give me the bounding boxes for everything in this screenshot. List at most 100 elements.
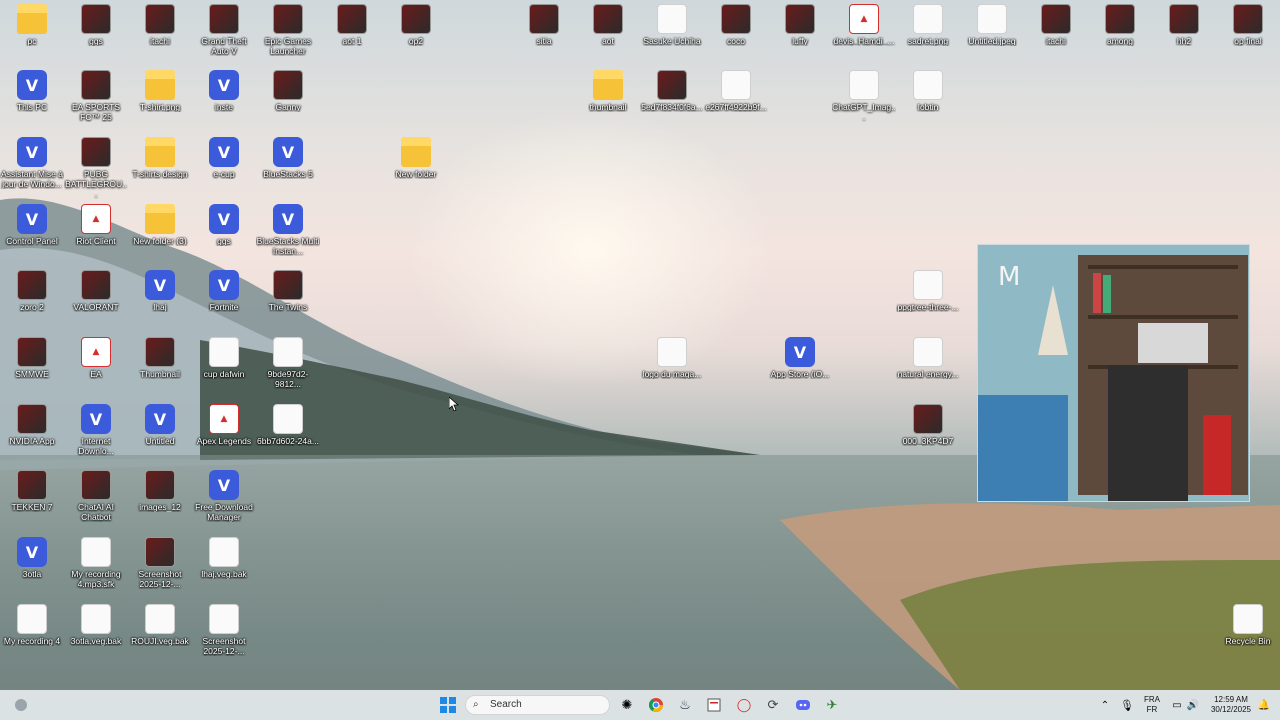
desktop-icon[interactable]: Sasuke Uchiha [640, 0, 704, 66]
photo-icon [721, 4, 751, 34]
desktop-icon[interactable]: thumbnail [576, 66, 640, 132]
desktop-icon[interactable]: ggs [64, 0, 128, 66]
desktop-icon[interactable]: V Free Download Manager [192, 466, 256, 532]
desktop-icon[interactable]: V Fortnite [192, 266, 256, 332]
desktop-icon[interactable]: SMMWE [0, 333, 64, 399]
desktop-icon[interactable]: V App Store (iO... [768, 333, 832, 399]
taskbar-search-box[interactable]: ⌕ Search [465, 695, 610, 715]
desktop-icon[interactable]: Grand Theft Auto V [192, 0, 256, 66]
desktop-icon[interactable]: itachi [128, 0, 192, 66]
desktop-icon[interactable]: ▲ Riot Client [64, 200, 128, 266]
desktop-icon[interactable]: op final [1216, 0, 1280, 66]
desktop-icon[interactable]: V BlueStacks Multi Instan... [256, 200, 320, 266]
desktop-icon[interactable]: aot 1 [320, 0, 384, 66]
app-taskbar-icon[interactable] [703, 694, 725, 716]
desktop-icon[interactable]: V Control Panel [0, 200, 64, 266]
desktop-icon-label: T-shirt.png [139, 102, 181, 112]
map-app-taskbar-icon[interactable]: ✈ [821, 694, 843, 716]
widgets-icon[interactable] [10, 694, 32, 716]
desktop-icon[interactable]: PUBG BATTLEGROU... [64, 133, 128, 199]
desktop-icon[interactable]: 9bde97d2-9812... [256, 333, 320, 399]
desktop-icon[interactable]: 000_3KP4D7 [896, 400, 960, 466]
desktop-icon[interactable]: The Twins [256, 266, 320, 332]
desktop-icon[interactable]: Untitled.jpeg [960, 0, 1024, 66]
desktop-icon[interactable]: cup dafwin [192, 333, 256, 399]
desktop-icon[interactable]: sadret.png [896, 0, 960, 66]
desktop-icon[interactable]: V Untitled [128, 400, 192, 466]
desktop-icon[interactable]: V Internet Downlo... [64, 400, 128, 466]
desktop-icon[interactable]: Recycle Bin [1216, 600, 1280, 666]
desktop-icon[interactable]: natural energy... [896, 333, 960, 399]
recycle-bin-icon [1233, 604, 1263, 634]
desktop-icon[interactable]: ▲ devis_Hamdi_... [832, 0, 896, 66]
desktop-icon[interactable]: 6bb7d602-24a... [256, 400, 320, 466]
desktop-icon[interactable]: Screenshot 2025-12-... [192, 600, 256, 666]
desktop-icon[interactable]: T-shirts design [128, 133, 192, 199]
language-indicator[interactable]: FRA FR [1140, 695, 1164, 715]
desktop-icon[interactable]: e267ff4922b9f... [704, 66, 768, 132]
desktop-icon[interactable]: among [1088, 0, 1152, 66]
desktop-icon[interactable]: Epic Games Launcher [256, 0, 320, 66]
desktop-icon[interactable]: VALORANT [64, 266, 128, 332]
steam-taskbar-icon[interactable]: ♨ [674, 694, 696, 716]
desktop-icon[interactable]: zoro 2 [0, 266, 64, 332]
desktop-icon[interactable]: coco [704, 0, 768, 66]
desktop-icon[interactable]: V This PC [0, 66, 64, 132]
desktop-icon[interactable]: T-shirt.png [128, 66, 192, 132]
desktop-icon[interactable]: images_12 [128, 466, 192, 532]
desktop-icon[interactable]: op2 [384, 0, 448, 66]
desktop-icon[interactable]: Thumbnail [128, 333, 192, 399]
chatgpt-taskbar-icon[interactable]: ✺ [616, 694, 638, 716]
desktop-icon-label: coco [727, 36, 745, 46]
v-app-icon: V [209, 70, 239, 100]
desktop-icon[interactable]: ROUJI.veg.bak [128, 600, 192, 666]
desktop-icon[interactable]: Ve-cup [192, 133, 256, 199]
desktop-icon[interactable]: Vlhaj [128, 266, 192, 332]
desktop-icon[interactable]: Vinste [192, 66, 256, 132]
opera-taskbar-icon[interactable]: ◯ [733, 694, 755, 716]
desktop-icon[interactable]: 3otla.veg.bak [64, 600, 128, 666]
desktop-icon[interactable]: Iobtin [896, 66, 960, 132]
desktop-icon-label: 3otla [22, 569, 42, 579]
steamvr-taskbar-icon[interactable]: ⟳ [762, 694, 784, 716]
desktop-icon[interactable]: TEKKEN 7 [0, 466, 64, 532]
desktop-icon[interactable]: ▲ Apex Legends [192, 400, 256, 466]
chrome-taskbar-icon[interactable] [645, 694, 667, 716]
desktop-icon[interactable]: pc [0, 0, 64, 66]
desktop-icon[interactable]: Ganny [256, 66, 320, 132]
desktop-icon[interactable]: V 3otla [0, 533, 64, 599]
tray-overflow-chevron-icon[interactable]: ⌃ [1094, 694, 1116, 716]
desktop-icon[interactable]: ▲ EA [64, 333, 128, 399]
desktop-icon[interactable]: NVIDIA App [0, 400, 64, 466]
notification-bell-icon[interactable]: 🔔 [1253, 694, 1275, 716]
desktop-icon[interactable]: lhaj.veg.bak [192, 533, 256, 599]
desktop-icon[interactable]: logo du maga... [640, 333, 704, 399]
desktop-icon[interactable]: luffy [768, 0, 832, 66]
volume-icon[interactable]: 🔊 [1182, 694, 1204, 716]
clock[interactable]: 12:59 AM 30/12/2025 [1204, 695, 1258, 715]
desktop-icon[interactable]: sitia [512, 0, 576, 66]
discord-taskbar-icon[interactable] [792, 694, 814, 716]
desktop-icon[interactable]: ChatGPT_Imag... [832, 66, 896, 132]
desktop-icon[interactable]: My recording 4 [0, 600, 64, 666]
desktop-icon-label: pc [27, 36, 37, 46]
desktop-icon[interactable]: Screenshot 2025-12-... [128, 533, 192, 599]
idm-icon: V [81, 404, 111, 434]
desktop-icon[interactable]: ppgtree-three-... [896, 266, 960, 332]
start-button[interactable] [437, 694, 459, 716]
desktop-icon[interactable]: ChatAI AI Chatbot [64, 466, 128, 532]
desktop-icon[interactable]: 5ed7f834f0f6a... [640, 66, 704, 132]
desktop-icon[interactable]: V BlueStacks 5 [256, 133, 320, 199]
desktop-icon[interactable]: New folder (3) [128, 200, 192, 266]
desktop-icon[interactable]: Vggs [192, 200, 256, 266]
desktop-icon[interactable]: My recording 4.mp3.sfk [64, 533, 128, 599]
desktop-icon[interactable]: V Assistant Mise à jour de Windo... [0, 133, 64, 199]
desktop-icon-label: Screenshot 2025-12-... [202, 636, 246, 656]
desktop-icon[interactable]: hh2 [1152, 0, 1216, 66]
desktop-icon[interactable]: aot [576, 0, 640, 66]
desktop-icon[interactable]: EA SPORTS FC™ 25 [64, 66, 128, 132]
desktop-icon[interactable]: New folder [384, 133, 448, 199]
desktop-icon-label: Control Panel [6, 236, 58, 246]
microphone-icon[interactable]: 🎙 [1116, 694, 1138, 716]
desktop-icon[interactable]: itachi [1024, 0, 1088, 66]
